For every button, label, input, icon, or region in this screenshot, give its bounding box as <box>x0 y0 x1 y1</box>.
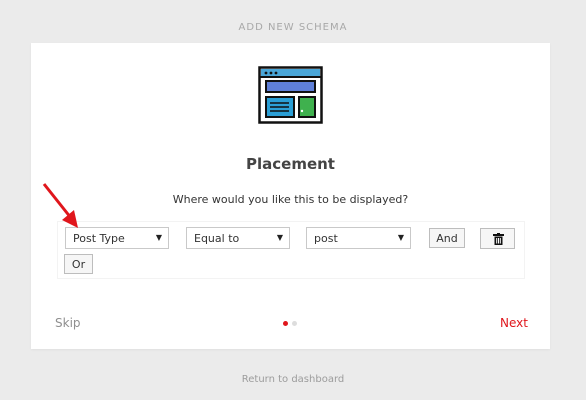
step-dot <box>292 321 297 326</box>
post-type-select-value: Post Type <box>73 232 125 245</box>
delete-rule-button[interactable] <box>480 228 515 249</box>
placement-layout-icon <box>258 66 323 124</box>
wizard-question: Where would you like this to be displaye… <box>172 193 409 206</box>
or-button[interactable]: Or <box>64 254 93 274</box>
operator-select[interactable]: Equal to ▼ <box>186 227 290 249</box>
target-select[interactable]: post ▼ <box>306 227 411 249</box>
target-select-value: post <box>314 232 338 245</box>
caret-down-icon: ▼ <box>276 233 283 242</box>
caret-down-icon: ▼ <box>155 233 162 242</box>
trash-icon <box>493 233 504 245</box>
operator-select-value: Equal to <box>194 232 240 245</box>
return-to-dashboard-link[interactable]: Return to dashboard <box>0 374 586 385</box>
step-dot-active <box>283 321 288 326</box>
next-button[interactable]: Next <box>500 316 528 330</box>
wizard-card: Placement Where would you like this to b… <box>31 43 550 349</box>
skip-link[interactable]: Skip <box>55 316 81 330</box>
wizard-heading: Placement <box>246 155 335 173</box>
red-arrow-icon <box>42 183 78 228</box>
page-title: ADD NEW SCHEMA <box>238 22 348 33</box>
and-button[interactable]: And <box>429 228 465 248</box>
caret-down-icon: ▼ <box>397 233 404 242</box>
